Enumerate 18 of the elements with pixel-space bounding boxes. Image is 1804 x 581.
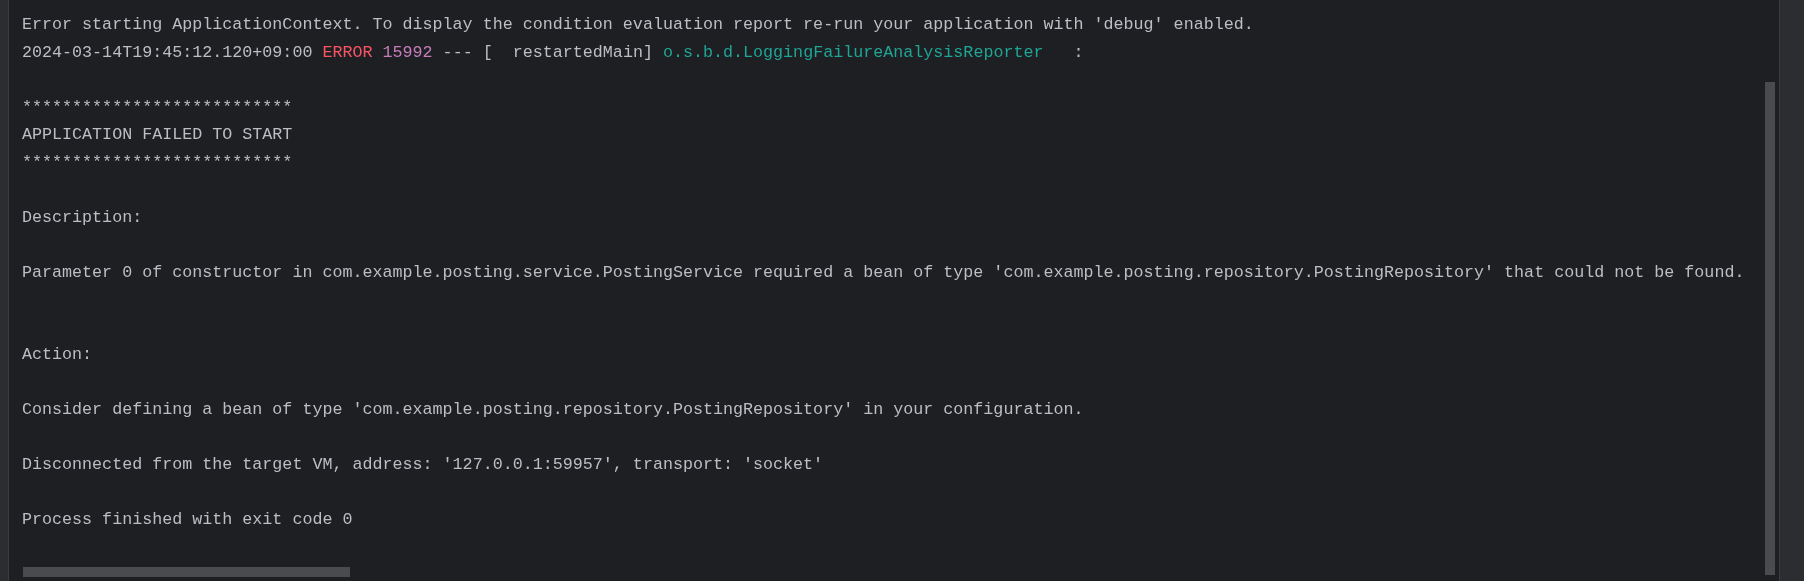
log-text: Description: <box>22 207 143 227</box>
log-text: Consider defining a bean of type 'com.example.posting.repository.PostingRepository' in your configuration. <box>22 400 1084 419</box>
log-text: : <box>1072 42 1084 62</box>
log-text: *************************** <box>22 152 293 172</box>
horizontal-scrollbar[interactable] <box>23 567 350 577</box>
log-text: Parameter 0 of constructor in com.example.posting.service.PostingService required a bean of type 'com.example.posting.repository.PostingRepository' that could not be found. <box>22 262 1745 282</box>
log-text: 2024-03-14T19:45:12.120+09:00 <box>22 42 314 62</box>
log-text: --- [ restartedMain] <box>441 42 654 62</box>
vertical-scrollbar[interactable] <box>1765 82 1775 575</box>
process-id: 15992 <box>382 42 433 62</box>
log-text: *************************** <box>22 97 293 117</box>
logger-name: o.s.b.d.LoggingFailureAnalysisReporter <box>662 42 1044 62</box>
log-text: APPLICATION FAILED TO START <box>22 125 293 144</box>
log-text: Action: <box>22 345 93 364</box>
log-text: Disconnected from the target VM, address: '127.0.0.1:59957', transport: 'socket' <box>22 455 824 474</box>
log-text: Process finished with exit code 0 <box>22 510 353 529</box>
log-text: Error starting ApplicationContext. To display the condition evaluation report re-run your application with 'debug' enabled. <box>22 15 1254 34</box>
log-level: ERROR <box>322 42 374 62</box>
